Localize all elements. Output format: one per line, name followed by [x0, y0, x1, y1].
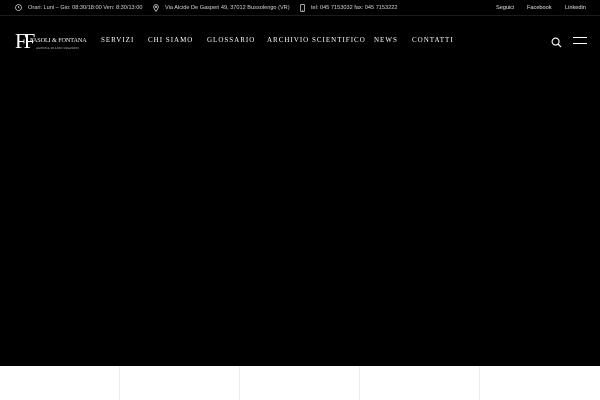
- menu-line: [573, 43, 587, 44]
- nav-item-servizi[interactable]: SERVIZI: [101, 33, 134, 47]
- clock-icon: [15, 4, 22, 11]
- opening-hours: Orari: Luni – Gio: 08:30/18:00 Ven: 8:30…: [15, 0, 142, 15]
- search-icon: [551, 37, 562, 48]
- social-label: Seguici: [496, 4, 515, 11]
- facebook-link[interactable]: Facebook: [527, 0, 552, 15]
- service-card[interactable]: [480, 366, 600, 400]
- hamburger-menu-icon[interactable]: [573, 36, 587, 45]
- logo-subtitle: AGENZIA DI ASSICURAZIONI: [36, 47, 79, 50]
- opening-hours-text: Orari: Luni – Gio: 08:30/18:00 Ven: 8:30…: [28, 4, 143, 11]
- menu-line: [573, 37, 587, 38]
- nav-item-news[interactable]: NEWS: [374, 33, 398, 47]
- service-card[interactable]: [240, 366, 360, 400]
- top-info-bar: Orari: Luni – Gio: 08:30/18:00 Ven: 8:30…: [0, 0, 600, 16]
- service-cards-row: [0, 366, 600, 400]
- nav-item-glossario[interactable]: GLOSSARIO: [207, 33, 255, 47]
- hero-section: [0, 66, 600, 366]
- nav-item-archivio-scientifico[interactable]: ARCHIVIO SCIENTIFICO: [267, 33, 366, 47]
- address: Via Alcide De Gasperi 49, 37012 Bussolen…: [153, 0, 290, 15]
- search-button[interactable]: [551, 35, 562, 48]
- phone-fax-text: tel: 045 7153032 fax: 045 7153222: [311, 4, 398, 11]
- phone-icon: [300, 3, 305, 12]
- linkedin-link[interactable]: Linkedin: [565, 0, 586, 15]
- nav-item-contatti[interactable]: CONTATTI: [412, 33, 454, 47]
- service-card[interactable]: [0, 366, 120, 400]
- service-card[interactable]: [360, 366, 480, 400]
- logo-name: FASOLI & FONTANA: [30, 37, 87, 44]
- map-pin-icon: [153, 3, 159, 12]
- service-card[interactable]: [120, 366, 240, 400]
- phone-fax[interactable]: tel: 045 7153032 fax: 045 7153222: [300, 0, 397, 15]
- address-text: Via Alcide De Gasperi 49, 37012 Bussolen…: [165, 4, 290, 11]
- site-logo[interactable]: FF FASOLI & FONTANA AGENZIA DI ASSICURAZ…: [15, 31, 87, 53]
- main-header: FF FASOLI & FONTANA AGENZIA DI ASSICURAZ…: [0, 16, 600, 66]
- nav-item-chi-siamo[interactable]: CHI SIAMO: [148, 33, 193, 47]
